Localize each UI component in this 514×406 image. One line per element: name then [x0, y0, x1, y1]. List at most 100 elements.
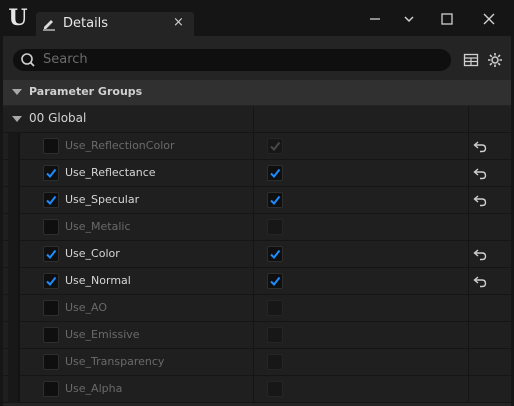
column-divider — [468, 295, 469, 322]
column-divider — [468, 106, 469, 133]
column-divider — [253, 268, 254, 295]
value-checkbox[interactable] — [267, 219, 283, 235]
group-label: 00 Global — [29, 111, 87, 125]
more-options-button[interactable] — [392, 8, 426, 30]
column-divider — [468, 160, 469, 187]
column-divider — [253, 133, 254, 160]
category-label: Parameter Groups — [29, 85, 143, 98]
close-button[interactable] — [472, 8, 506, 30]
category-header[interactable]: Parameter Groups — [3, 80, 511, 105]
override-checkbox[interactable] — [43, 192, 59, 208]
row-indent-line — [18, 241, 20, 268]
row-indent-line — [18, 214, 20, 241]
value-checkbox[interactable] — [267, 300, 283, 316]
value-checkbox[interactable] — [267, 192, 283, 208]
expand-arrow-icon[interactable] — [12, 116, 22, 122]
column-divider[interactable] — [253, 106, 254, 133]
row-indent-line — [18, 376, 20, 403]
parameter-name: Use_Metalic — [65, 220, 131, 233]
override-checkbox[interactable] — [43, 165, 59, 181]
row-indent — [8, 133, 18, 160]
override-checkbox[interactable] — [43, 138, 59, 154]
maximize-button[interactable] — [430, 8, 464, 30]
parameter-row: Use_Normal — [3, 268, 511, 295]
override-checkbox[interactable] — [43, 273, 59, 289]
chevron-down-icon — [404, 16, 414, 23]
tab-close-button[interactable]: × — [173, 15, 184, 30]
column-divider — [253, 241, 254, 268]
maximize-icon — [441, 13, 453, 25]
column-divider — [468, 187, 469, 214]
column-divider — [468, 241, 469, 268]
column-divider — [253, 322, 254, 349]
pencil-icon — [43, 20, 55, 31]
override-checkbox[interactable] — [43, 219, 59, 235]
reset-to-default-icon[interactable] — [472, 247, 488, 267]
table-view-icon[interactable] — [463, 52, 479, 68]
title-bar: U Details × — [0, 0, 514, 36]
minimize-icon — [370, 18, 380, 20]
parameter-row: Use_Reflectance — [3, 160, 511, 187]
value-checkbox[interactable] — [267, 354, 283, 370]
parameter-row: Use_Alpha — [3, 376, 511, 403]
tab-details[interactable]: Details × — [36, 12, 194, 36]
column-divider — [253, 376, 254, 403]
close-icon — [483, 13, 495, 25]
search-row: Search — [3, 36, 511, 79]
row-indent — [8, 214, 18, 241]
parameter-name: Use_Transparency — [65, 355, 165, 368]
row-indent — [8, 349, 18, 376]
value-checkbox[interactable] — [267, 138, 283, 154]
search-input[interactable]: Search — [13, 49, 451, 71]
tab-label: Details — [63, 16, 109, 31]
column-divider — [253, 214, 254, 241]
reset-to-default-icon[interactable] — [472, 166, 488, 186]
minimize-button[interactable] — [358, 8, 392, 30]
parameter-name: Use_AO — [65, 301, 108, 314]
parameter-row: Use_Emissive — [3, 322, 511, 349]
value-checkbox[interactable] — [267, 246, 283, 262]
override-checkbox[interactable] — [43, 381, 59, 397]
collapse-arrow-icon[interactable] — [12, 89, 22, 95]
row-indent — [8, 241, 18, 268]
parameter-row: Use_Color — [3, 241, 511, 268]
value-checkbox[interactable] — [267, 327, 283, 343]
details-panel: Search Parameter Groups 00 Global Use_Re… — [3, 36, 511, 406]
parameter-name: Use_Color — [65, 247, 120, 260]
column-divider — [468, 322, 469, 349]
parameter-name: Use_Normal — [65, 274, 131, 287]
row-indent-line — [18, 322, 20, 349]
override-checkbox[interactable] — [43, 300, 59, 316]
row-indent-line — [18, 160, 20, 187]
row-indent — [8, 376, 18, 403]
override-checkbox[interactable] — [43, 354, 59, 370]
parameter-row: Use_ReflectionColor — [3, 133, 511, 160]
value-checkbox[interactable] — [267, 381, 283, 397]
column-divider — [253, 187, 254, 214]
parameter-name: Use_Reflectance — [65, 166, 156, 179]
row-indent — [8, 322, 18, 349]
override-checkbox[interactable] — [43, 327, 59, 343]
gear-icon[interactable] — [487, 52, 503, 68]
row-indent — [8, 295, 18, 322]
value-checkbox[interactable] — [267, 165, 283, 181]
column-divider — [253, 295, 254, 322]
parameter-name: Use_Alpha — [65, 382, 123, 395]
override-checkbox[interactable] — [43, 246, 59, 262]
unreal-logo-icon: U — [8, 5, 28, 31]
column-divider — [253, 160, 254, 187]
reset-to-default-icon[interactable] — [472, 274, 488, 294]
row-indent — [8, 187, 18, 214]
parameter-row: Use_Specular — [3, 187, 511, 214]
group-header[interactable]: 00 Global — [3, 106, 511, 133]
column-divider — [468, 376, 469, 403]
parameter-row: Use_Transparency — [3, 349, 511, 376]
search-icon — [21, 53, 35, 67]
reset-to-default-icon[interactable] — [472, 139, 488, 159]
parameter-name: Use_Specular — [65, 193, 140, 206]
parameter-name: Use_ReflectionColor — [65, 139, 175, 152]
value-checkbox[interactable] — [267, 273, 283, 289]
search-placeholder: Search — [43, 52, 88, 67]
parameter-row: Use_AO — [3, 295, 511, 322]
reset-to-default-icon[interactable] — [472, 193, 488, 213]
